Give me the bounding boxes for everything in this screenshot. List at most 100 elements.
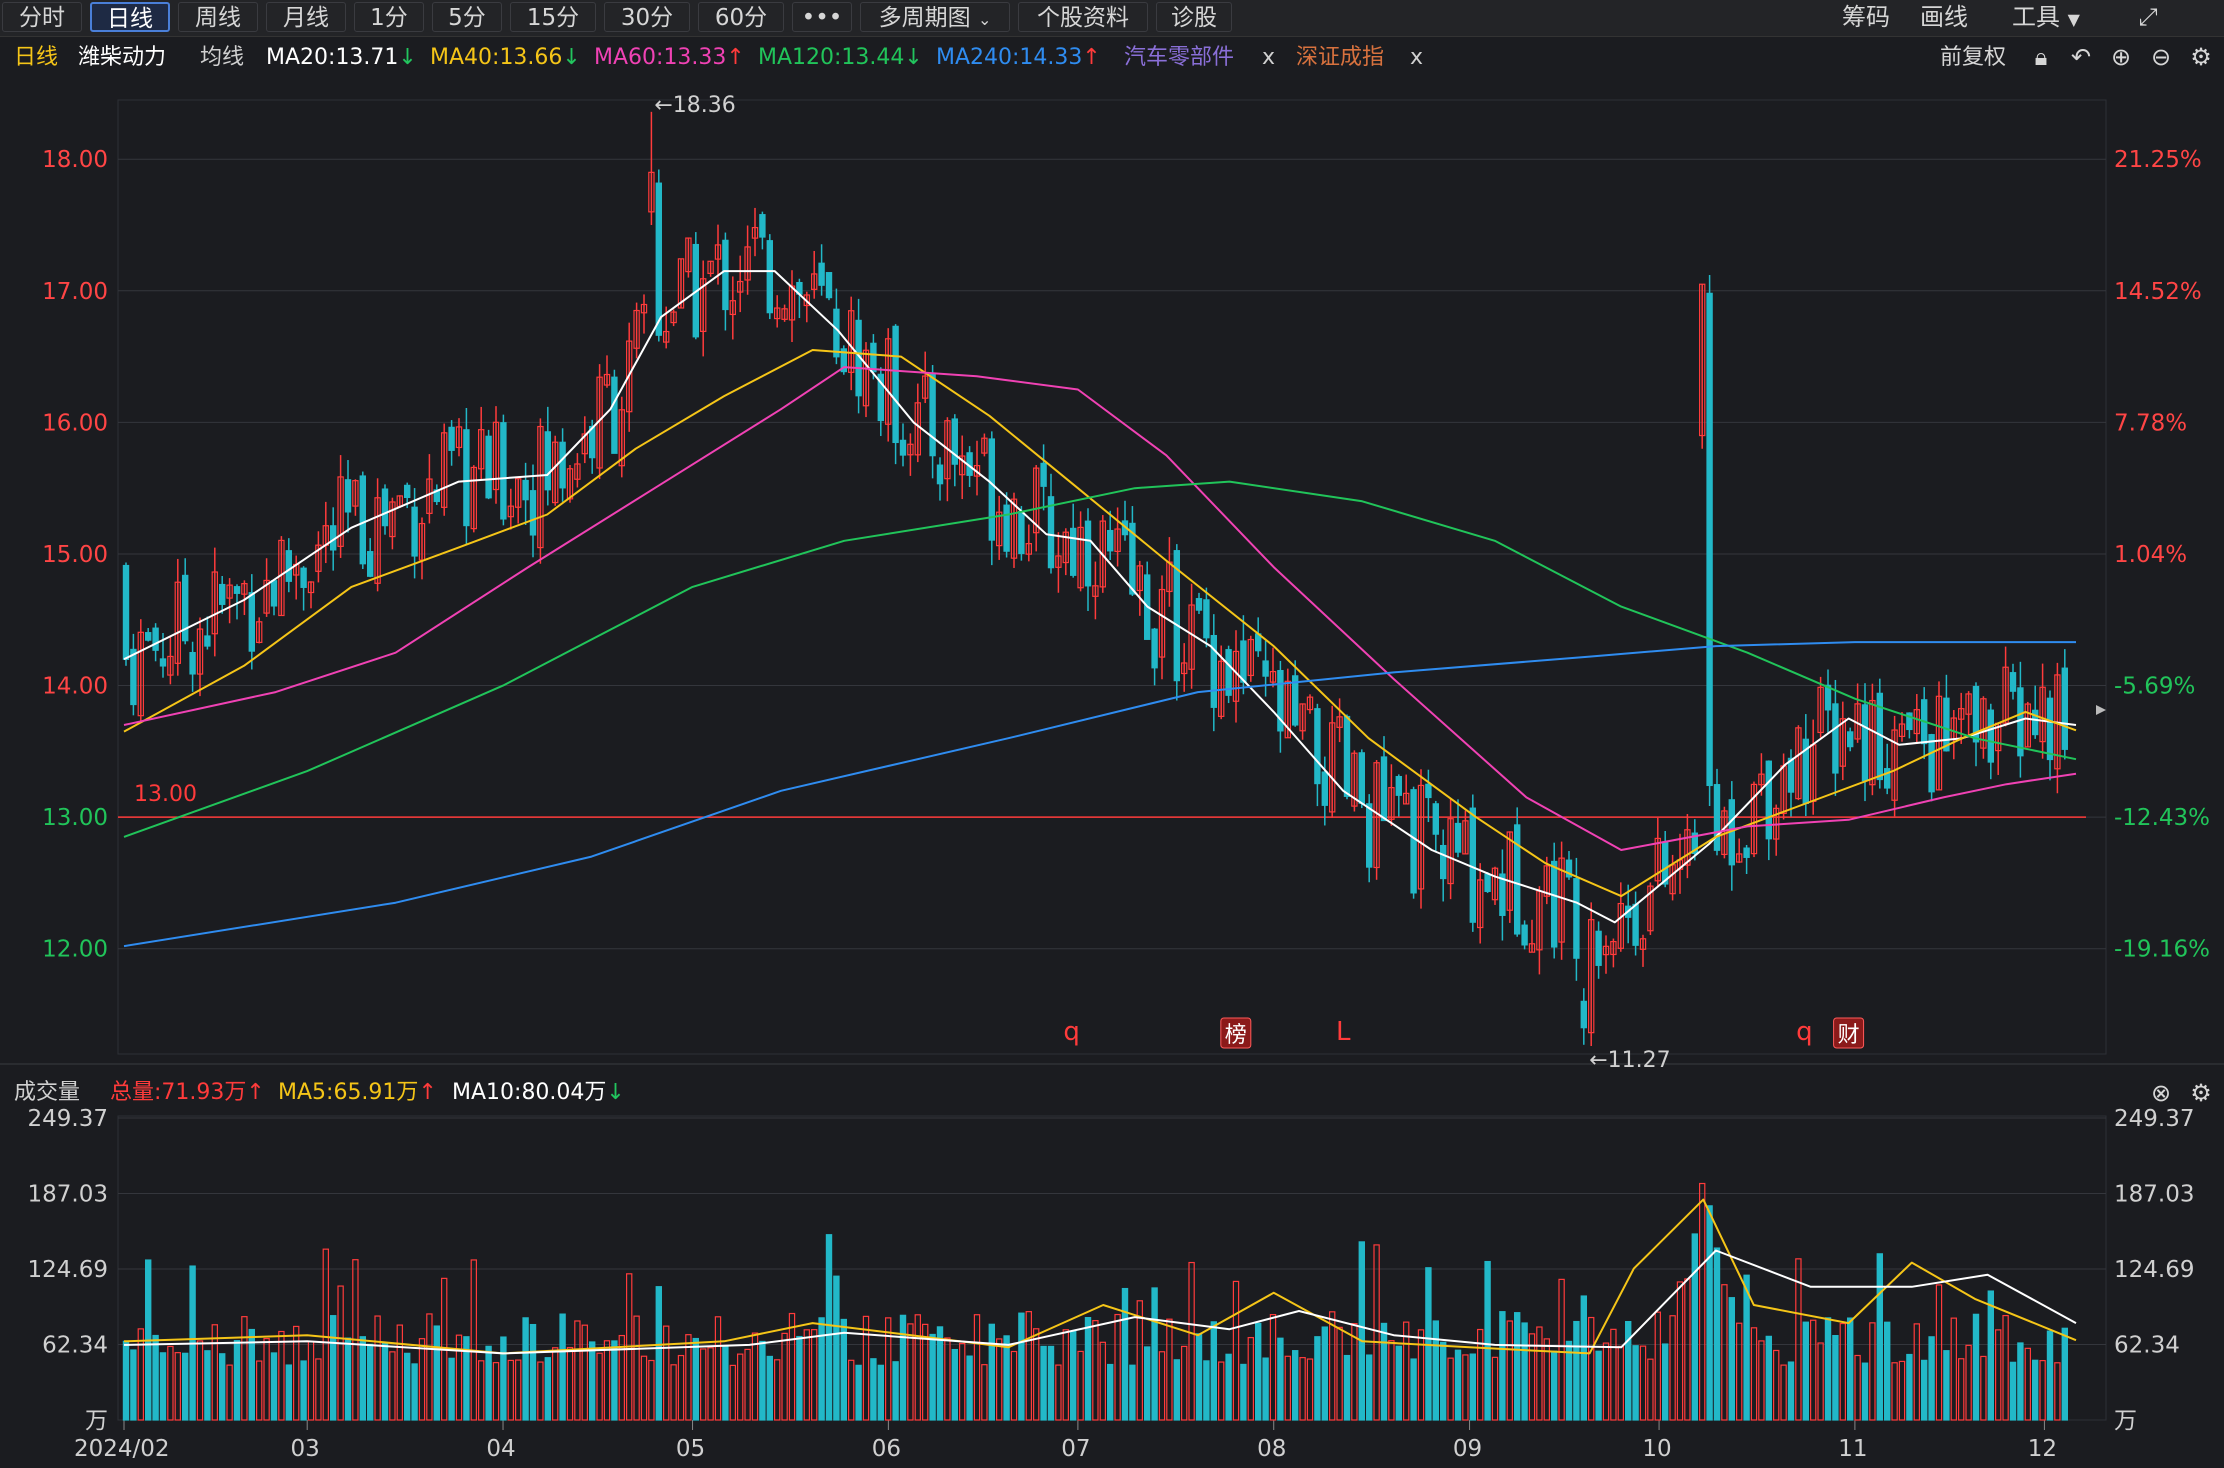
candle-body (611, 376, 618, 454)
event-marker-label: 财 (1838, 1023, 1860, 1048)
volume-bar (1106, 1363, 1114, 1421)
volume-bar (337, 1285, 344, 1421)
candle-body (1018, 511, 1025, 555)
candle-body (1003, 504, 1010, 552)
x-tick-label: 06 (872, 1436, 901, 1462)
candle-body (936, 464, 944, 485)
volume-bar (1965, 1344, 1972, 1421)
volume-bar (1210, 1321, 1217, 1421)
volume-bar (566, 1346, 574, 1421)
candle-body (1943, 697, 1950, 752)
candle-body (1047, 496, 1055, 569)
volume-bar (448, 1357, 455, 1421)
x-tick-label: 10 (1642, 1436, 1671, 1462)
candle-body (766, 240, 774, 314)
price-panel-frame (117, 99, 2107, 1055)
volume-bar (182, 1352, 189, 1421)
candle-body (122, 564, 130, 660)
candle-body (300, 567, 307, 588)
volume-bar (1328, 1311, 1336, 1421)
candle-body (1439, 844, 1447, 880)
volume-bar (1225, 1353, 1232, 1421)
volume-bar (1129, 1364, 1136, 1421)
volume-tick-label: 187.03 (28, 1181, 108, 1207)
volume-bar (729, 1364, 737, 1421)
volume-bar (2024, 1347, 2031, 1421)
candle-body (1314, 708, 1321, 785)
candle-body (189, 651, 196, 675)
volume-tick-label-right: 249.37 (2114, 1106, 2194, 1132)
volume-bar (426, 1313, 433, 1421)
volume-bar (1869, 1322, 1876, 1421)
volume-bar (722, 1346, 729, 1421)
reference-line-label: 13.00 (134, 782, 197, 807)
volume-bar (1691, 1233, 1698, 1421)
volume-bar (470, 1259, 478, 1421)
volume-bar (1972, 1313, 1980, 1421)
volume-bar (1343, 1354, 1351, 1421)
chart-canvas[interactable]: 12.00 13.00 14.00 15.00 16.00 17.00 18.00 21.25… (0, 0, 2224, 1468)
candle-body (1469, 807, 1476, 923)
x-tick-label: 12 (2028, 1436, 2057, 1462)
volume-bar (293, 1325, 300, 1421)
volume-bar (1943, 1350, 1950, 1421)
candle-body (1713, 784, 1721, 851)
volume-bar (840, 1318, 848, 1421)
volume-bar (1299, 1357, 1306, 1421)
volume-bar (670, 1364, 677, 1421)
candle-body (2009, 672, 2017, 692)
volume-bar (1920, 1359, 1928, 1421)
candle-body (655, 182, 663, 336)
x-tick-label: 07 (1061, 1436, 1090, 1462)
volume-bar (1203, 1360, 1210, 1421)
candle-body (1262, 660, 1269, 677)
candle-body (1365, 803, 1373, 868)
volume-bar (1883, 1321, 1891, 1421)
candle-body (145, 632, 152, 641)
volume-bar (1336, 1326, 1343, 1421)
volume-bar (500, 1336, 507, 1421)
candle-body (833, 308, 840, 358)
volume-bar (344, 1337, 352, 1421)
volume-ma10-line (123, 1249, 2077, 1355)
candle-body (381, 488, 389, 527)
candle-body (404, 484, 411, 499)
volume-bar (581, 1324, 589, 1421)
volume-bar (1284, 1355, 1291, 1421)
volume-bar (359, 1336, 367, 1421)
candle-body (159, 658, 167, 667)
volume-bar (544, 1357, 552, 1421)
volume-bar (781, 1332, 788, 1421)
price-tick-label: 15.00 (42, 542, 108, 568)
volume-bar (2039, 1360, 2046, 1421)
volume-bar (1069, 1330, 1077, 1421)
volume-bar (122, 1340, 130, 1421)
candle-body (1195, 598, 1203, 611)
price-tick-label: 12.00 (42, 937, 108, 963)
candle-body (544, 431, 552, 491)
volume-bar (1550, 1350, 1558, 1421)
volume-bar (196, 1340, 204, 1421)
volume-bar (988, 1323, 996, 1421)
candle-body (870, 342, 877, 373)
candle-body (1040, 462, 1047, 487)
volume-bar (1321, 1326, 1328, 1421)
volume-bar (1114, 1313, 1121, 1421)
volume-bar (677, 1354, 685, 1421)
candle-body (1706, 292, 1713, 787)
x-tick-label: 05 (676, 1436, 705, 1462)
candle-body (367, 551, 374, 577)
price-tick-label: 16.00 (42, 410, 108, 436)
volume-bar (478, 1360, 485, 1421)
volume-bar (1647, 1358, 1654, 1421)
volume-bar (1928, 1336, 1935, 1421)
volume-bar (2002, 1314, 2009, 1421)
candle-body (411, 506, 418, 557)
volume-bar (256, 1360, 263, 1421)
volume-bar (492, 1362, 500, 1421)
candle-body (1928, 734, 1935, 793)
volume-tick-label-right: 万 (2114, 1408, 2137, 1434)
candle-body (130, 648, 137, 706)
volume-bar (1654, 1311, 1661, 1421)
candle-body (1358, 752, 1365, 804)
